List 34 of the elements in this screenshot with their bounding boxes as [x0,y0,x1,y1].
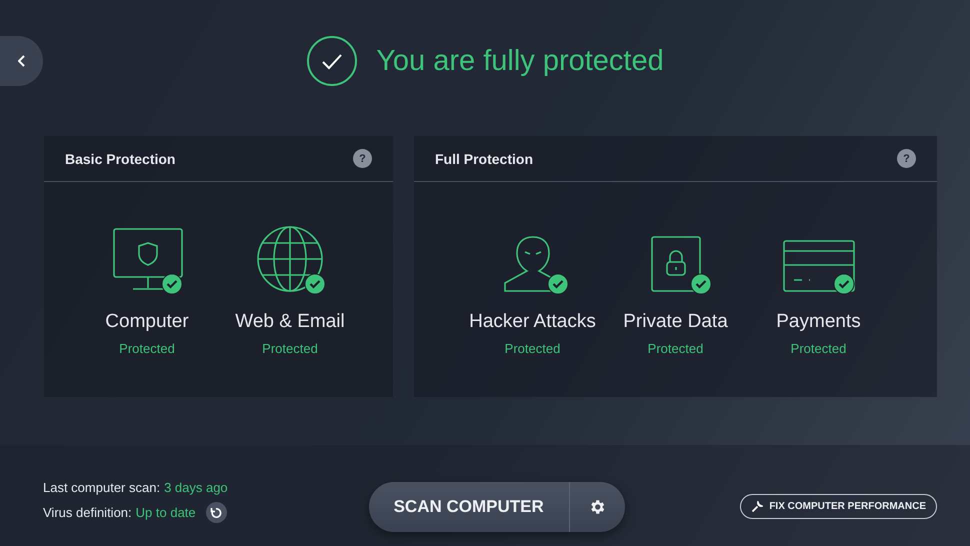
feature-status: Protected [648,341,704,356]
chevron-left-icon [18,55,26,67]
check-badge-icon [304,273,326,295]
credit-card-icon [782,239,856,293]
feature-name: Private Data [623,311,728,333]
status-title: You are fully protected [376,44,664,78]
feature-status: Protected [119,341,175,356]
padlock-icon [650,235,702,293]
virus-definition-label: Virus definition: [43,505,132,520]
feature-status: Protected [790,341,846,356]
fix-performance-button[interactable]: FIX COMPUTER PERFORMANCE [740,494,937,519]
feature-name: Web & Email [235,311,345,333]
feature-status: Protected [504,341,560,356]
checkmark-circle-icon [306,35,358,87]
feature-name: Computer [105,311,189,333]
wrench-icon [751,500,764,512]
panel-title: Full Protection [435,150,533,166]
feature-name: Hacker Attacks [469,311,596,333]
help-button[interactable]: ? [353,149,372,168]
check-badge-icon [161,273,183,295]
feature-status: Protected [262,341,318,356]
refresh-icon [210,506,222,518]
check-badge-icon [690,273,712,295]
virus-definition-value: Up to date [136,505,196,520]
refresh-button[interactable] [206,502,227,523]
check-badge-icon [546,273,568,295]
panel-title: Basic Protection [65,150,176,166]
monitor-icon [111,227,183,293]
check-badge-icon [832,273,854,295]
help-button[interactable]: ? [897,149,916,168]
last-scan-value: 3 days ago [164,480,228,495]
feature-name: Payments [776,311,861,333]
last-scan-label: Last computer scan: [43,480,160,495]
globe-icon [256,225,324,293]
